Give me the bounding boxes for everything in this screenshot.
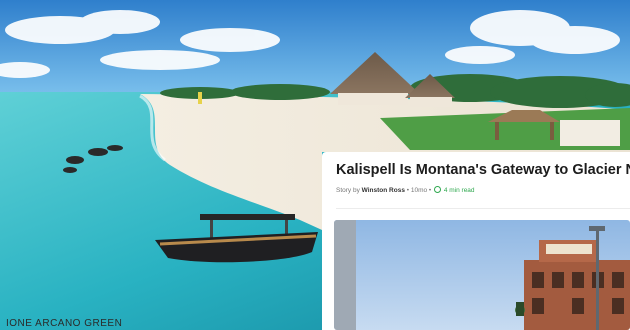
separator-dot: •: [428, 187, 432, 194]
article-byline: Story by Winston Ross • 10mo • 4 min rea…: [336, 186, 475, 194]
article-age: 10mo: [410, 187, 428, 194]
byline-prefix: Story by: [336, 187, 360, 194]
author-link[interactable]: Winston Ross: [362, 187, 405, 194]
separator-dot: •: [406, 187, 410, 194]
article-card[interactable]: Kalispell Is Montana's Gateway to Glacie…: [322, 152, 630, 330]
photo-caption: IONE ARCANO GREEN: [6, 318, 123, 329]
card-divider: [336, 208, 630, 209]
clock-icon: [434, 186, 442, 193]
read-time: 4 min read: [443, 187, 475, 194]
article-title[interactable]: Kalispell Is Montana's Gateway to Glacie…: [336, 162, 630, 178]
article-image[interactable]: [334, 220, 630, 330]
